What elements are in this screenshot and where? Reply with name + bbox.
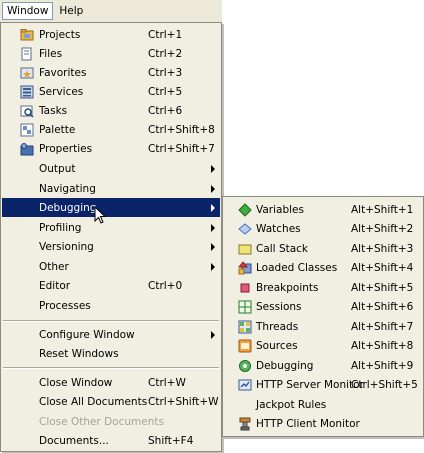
window-menu: Projects Ctrl+1 Files Ctrl+2 Favorites C…: [0, 22, 222, 452]
services-icon: [19, 84, 35, 100]
menu-item-profiling[interactable]: Profiling: [2, 218, 220, 237]
menu-item-close-other-documents: Close Other Documents: [39, 415, 164, 428]
submenu-item-jackpot-rules[interactable]: Jackpot Rules: [224, 395, 422, 414]
menu-item-editor[interactable]: Editor Ctrl+0: [2, 276, 220, 295]
debugging-icon: [237, 358, 253, 374]
menu-item-tasks[interactable]: Tasks Ctrl+6: [2, 101, 220, 120]
properties-icon: [19, 141, 35, 157]
submenu-item-loaded-classes[interactable]: Loaded Classes Alt+Shift+4: [224, 258, 422, 277]
menu-item-processes[interactable]: Processes: [2, 296, 220, 315]
menu-window[interactable]: Window: [2, 2, 54, 20]
menu-item-properties[interactable]: Properties Ctrl+Shift+7: [2, 139, 220, 158]
menu-item-close-all-documents[interactable]: Close All Documents Ctrl+Shift+W: [2, 392, 220, 411]
menu-item-files[interactable]: Files Ctrl+2: [2, 44, 220, 63]
submenu-item-watches[interactable]: Watches Alt+Shift+2: [224, 219, 422, 238]
submenu-arrow-icon: [211, 165, 215, 173]
submenu-arrow-icon: [211, 243, 215, 251]
loaded-classes-icon: [237, 260, 253, 276]
menu-item-projects[interactable]: Projects Ctrl+1: [2, 25, 220, 44]
submenu-item-debugging[interactable]: Debugging Alt+Shift+9: [224, 356, 422, 375]
menu-item-close-window[interactable]: Close Window Ctrl+W: [2, 373, 220, 392]
submenu-item-sources[interactable]: Sources Alt+Shift+8: [224, 336, 422, 355]
menu-separator: [3, 367, 219, 369]
menu-item-services[interactable]: Services Ctrl+5: [2, 82, 220, 101]
menu-help[interactable]: Help: [55, 2, 87, 20]
menu-separator: [3, 320, 219, 322]
breakpoints-icon: [237, 280, 253, 296]
mouse-pointer-icon: [94, 206, 107, 224]
submenu-item-http-client-monitor[interactable]: HTTP Client Monitor: [224, 414, 422, 433]
menu-item-navigating[interactable]: Navigating: [2, 179, 220, 198]
variables-icon: [237, 202, 253, 218]
menu-item-configure-window[interactable]: Configure Window: [2, 325, 220, 344]
menu-item-reset-windows[interactable]: Reset Windows: [2, 344, 220, 363]
tasks-icon: [19, 103, 35, 119]
submenu-arrow-icon: [211, 185, 215, 193]
sessions-icon: [237, 299, 253, 315]
submenu-item-breakpoints[interactable]: Breakpoints Alt+Shift+5: [224, 278, 422, 297]
submenu-item-sessions[interactable]: Sessions Alt+Shift+6: [224, 297, 422, 316]
submenu-arrow-icon: [211, 224, 215, 232]
menu-item-documents[interactable]: Documents... Shift+F4: [2, 431, 220, 450]
palette-icon: [19, 122, 35, 138]
http-client-monitor-icon: [237, 416, 253, 432]
sources-icon: [237, 338, 253, 354]
debugging-submenu: Variables Alt+Shift+1 Watches Alt+Shift+…: [222, 196, 424, 437]
menu-item-versioning[interactable]: Versioning: [2, 237, 220, 256]
threads-icon: [237, 319, 253, 335]
submenu-arrow-icon: [211, 263, 215, 271]
submenu-arrow-icon: [211, 204, 215, 212]
submenu-item-threads[interactable]: Threads Alt+Shift+7: [224, 317, 422, 336]
watches-icon: [237, 221, 253, 237]
projects-icon: [19, 27, 35, 43]
files-icon: [19, 46, 35, 62]
menu-item-debugging[interactable]: Debugging: [2, 198, 220, 217]
http-server-monitor-icon: [237, 377, 253, 393]
menu-item-other[interactable]: Other: [2, 257, 220, 276]
menu-item-favorites[interactable]: Favorites Ctrl+3: [2, 63, 220, 82]
call-stack-icon: [237, 241, 253, 257]
submenu-item-variables[interactable]: Variables Alt+Shift+1: [224, 200, 422, 219]
menu-item-palette[interactable]: Palette Ctrl+Shift+8: [2, 120, 220, 139]
menu-item-output[interactable]: Output: [2, 159, 220, 178]
submenu-arrow-icon: [211, 331, 215, 339]
favorites-icon: [19, 65, 35, 81]
menu-bar: Window Help: [0, 0, 222, 23]
submenu-item-http-server-monitor[interactable]: HTTP Server Monitor Ctrl+Shift+5: [224, 375, 422, 394]
submenu-item-call-stack[interactable]: Call Stack Alt+Shift+3: [224, 239, 422, 258]
